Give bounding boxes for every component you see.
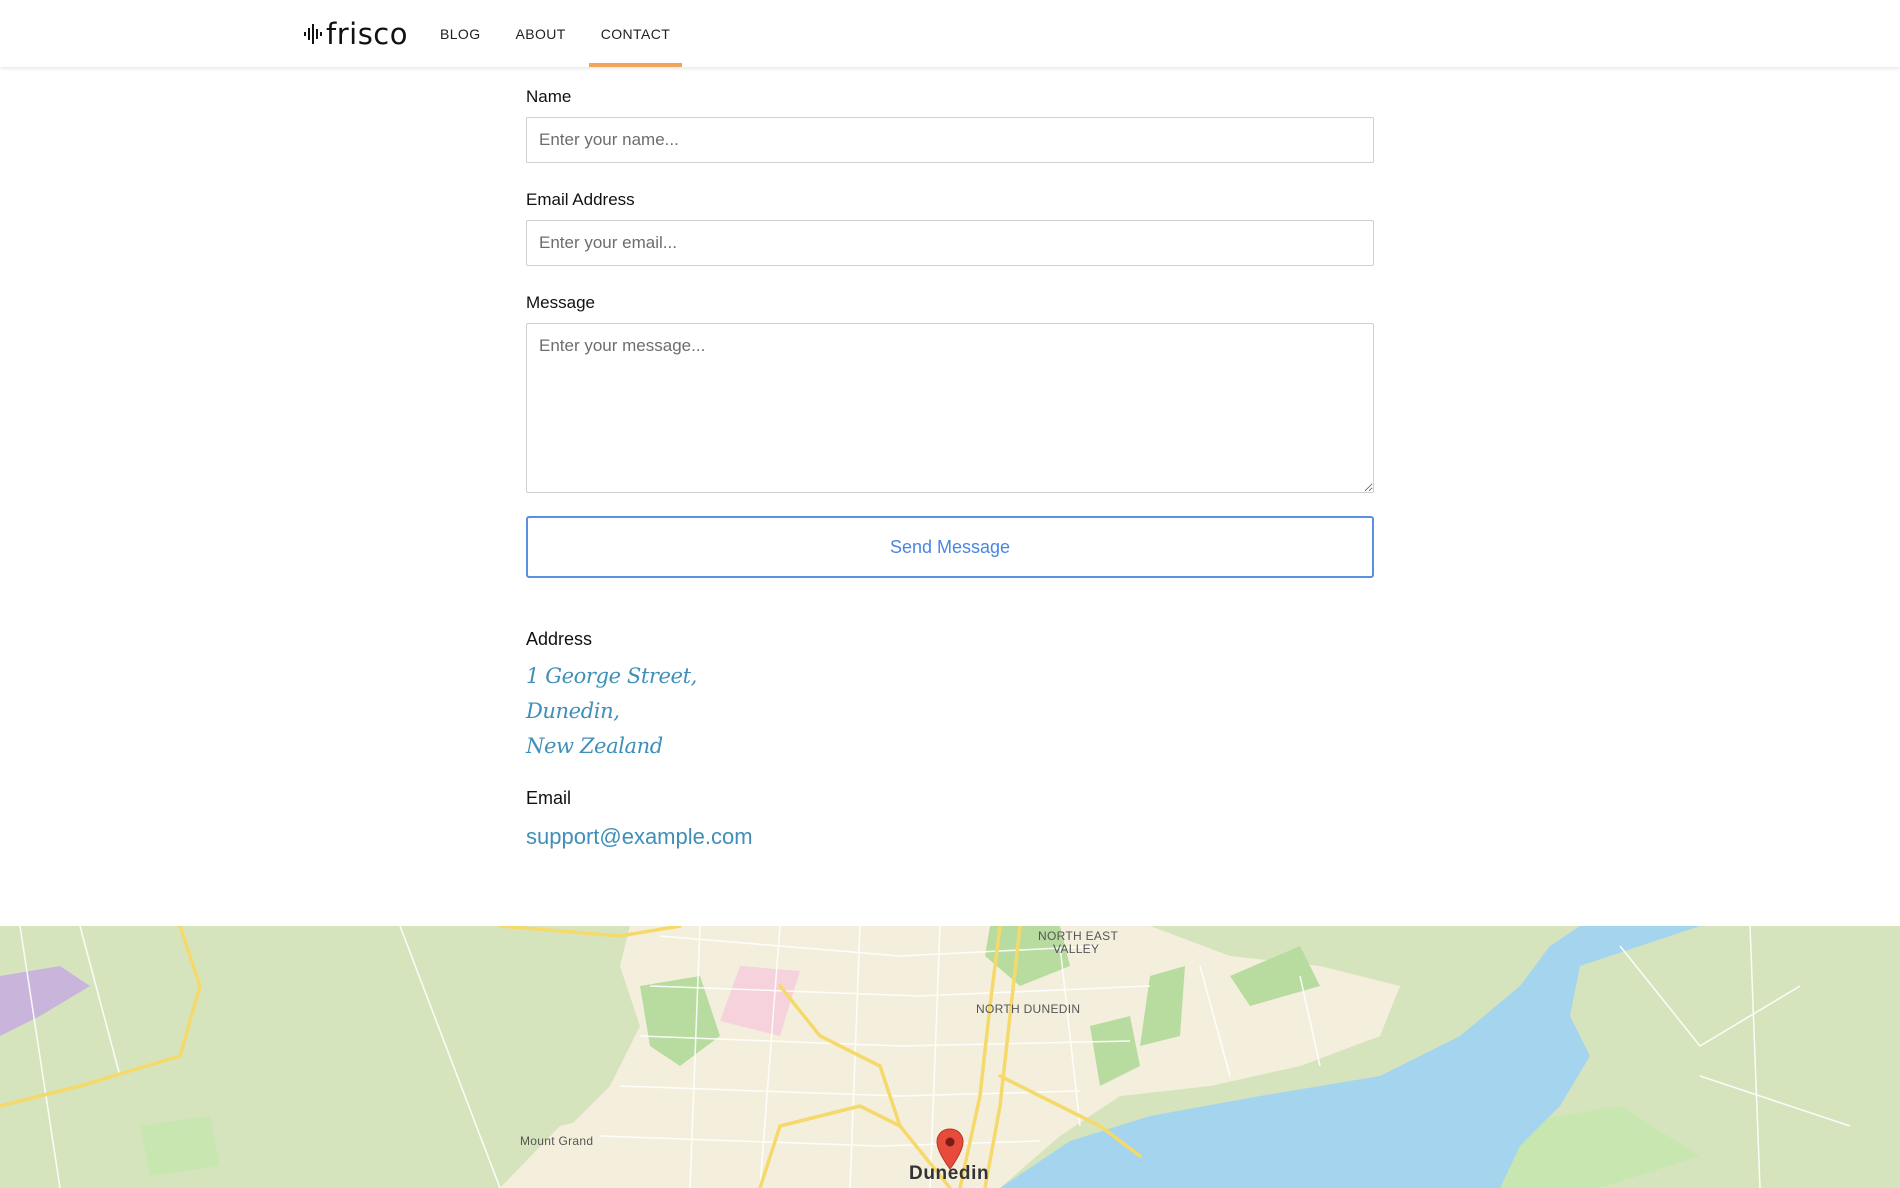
address-block: 1 George Street, Dunedin, New Zealand <box>526 659 753 764</box>
nav-blog[interactable]: BLOG <box>428 0 493 67</box>
sound-wave-icon <box>304 24 322 44</box>
name-input[interactable] <box>526 117 1374 163</box>
address-heading: Address <box>526 629 593 649</box>
contact-info: Address 1 George Street, Dunedin, New Ze… <box>526 625 753 850</box>
nav-about[interactable]: ABOUT <box>504 0 578 67</box>
support-email-link[interactable]: support@example.com <box>526 824 753 850</box>
address-line: Dunedin, <box>526 699 620 723</box>
map-label-mount-grand: Mount Grand <box>520 1134 594 1148</box>
address-line: New Zealand <box>526 734 663 758</box>
map-label-north-east-valley: VALLEY <box>1053 942 1100 956</box>
main-nav: BLOG ABOUT CONTACT <box>428 0 693 67</box>
nav-contact[interactable]: CONTACT <box>588 0 683 67</box>
name-label: Name <box>526 87 572 106</box>
map-label-north-east-valley: NORTH EAST <box>1038 929 1119 943</box>
message-textarea[interactable] <box>526 323 1374 493</box>
contact-form: Name Email Address Message Send Message <box>526 86 1374 578</box>
send-message-button[interactable]: Send Message <box>526 516 1374 578</box>
address-line: 1 George Street, <box>526 664 697 688</box>
map-pin-icon[interactable] <box>936 1128 964 1170</box>
message-label: Message <box>526 293 595 312</box>
map-label-north-dunedin: NORTH DUNEDIN <box>976 1002 1081 1016</box>
email-label: Email Address <box>526 190 635 209</box>
location-map[interactable]: NORTH EAST VALLEY NORTH DUNEDIN Mount Gr… <box>0 926 1900 1188</box>
brand-logo[interactable]: frisco <box>304 14 408 54</box>
brand-name: frisco <box>326 17 408 51</box>
email-input[interactable] <box>526 220 1374 266</box>
site-header: frisco BLOG ABOUT CONTACT <box>0 0 1900 67</box>
email-heading: Email <box>526 788 572 808</box>
